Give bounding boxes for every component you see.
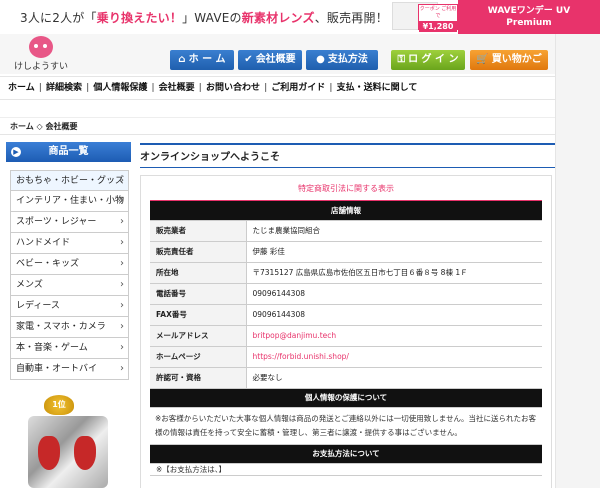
- cart-button[interactable]: 🛒 買い物かご: [470, 50, 548, 70]
- category-item[interactable]: ベビー・キッズ ›: [10, 254, 129, 275]
- table-row: 販売責任者 伊藤 彩佳: [150, 241, 542, 263]
- check-icon: ✔: [244, 54, 253, 65]
- privacy-text: ※お客様からいただいた大事な個人情報は商品の発送とご連絡以外には一切使用致しませ…: [150, 407, 542, 445]
- category-item[interactable]: スポーツ・レジャー ›: [10, 212, 129, 233]
- chevron-right-icon: ›: [120, 175, 124, 186]
- table-row: 販売業者 たじま農業協同組合: [150, 220, 542, 242]
- category-item[interactable]: レディース ›: [10, 296, 129, 317]
- login-button[interactable]: ⚿ ロ グ イ ン: [391, 50, 465, 70]
- category-item[interactable]: 本・音楽・ゲーム ›: [10, 338, 129, 359]
- nav-item-guide[interactable]: ご利用ガイド: [271, 83, 325, 93]
- privacy-header: 個人情報の保護について: [150, 388, 542, 408]
- homepage-link[interactable]: https://forbid.unishi.shop/: [246, 346, 542, 368]
- sidebar-title: ▶ 商品一覧: [6, 142, 131, 162]
- store-info-table: 店舗情報 販売業者 たじま農業協同組合 販売責任者 伊藤 彩佳 所在地 〒731512…: [150, 201, 542, 476]
- arrow-circle-icon: ▶: [11, 147, 21, 157]
- rank-badge: 1位: [44, 395, 74, 415]
- payment-text: ※【お支払方法は、】: [150, 463, 542, 476]
- global-nav: ホーム | 詳細検索 | 個人情報保護 | 会社概要 | お問い合わせ | ご利用ガイド | 支払・送料…: [0, 76, 555, 100]
- logo-text: けしようすい: [13, 62, 68, 72]
- nav-item-search[interactable]: 詳細検索: [46, 83, 82, 93]
- coin-icon: ●: [316, 54, 325, 65]
- nav-item-privacy[interactable]: 個人情報保護: [93, 83, 147, 93]
- right-gutter: [555, 34, 600, 488]
- chevron-right-icon: ›: [120, 195, 124, 206]
- cat-face-icon: [29, 36, 53, 58]
- table-row: 許認可・資格 必要なし: [150, 367, 542, 389]
- chevron-right-icon: ›: [120, 258, 124, 269]
- ranking-product-image[interactable]: [28, 416, 108, 488]
- cart-icon: 🛒: [476, 54, 489, 65]
- category-item[interactable]: おもちゃ・ホビー・グッズ ›: [10, 170, 129, 191]
- table-row: 電話番号 09096144308: [150, 283, 542, 305]
- legal-notice-caption: 特定商取引法に関する表示: [150, 176, 542, 201]
- house-icon: ⌂: [178, 54, 186, 65]
- key-icon: ⚿: [397, 54, 406, 65]
- store-info-header: 店舗情報: [150, 201, 542, 221]
- page-title: オンラインショップへようこそ: [140, 143, 555, 168]
- chevron-right-icon: ›: [120, 300, 124, 311]
- nav-item-shipping[interactable]: 支払・送料に関して: [337, 83, 418, 93]
- category-item[interactable]: メンズ ›: [10, 275, 129, 296]
- promo-banner[interactable]: 3人に2人が「乗り換えたい！」WAVEの新素材レンズ、販売再開！ クーポン ご利…: [0, 0, 600, 34]
- legal-notice-panel: 特定商取引法に関する表示 店舗情報 販売業者 たじま農業協同組合 販売責任者 伊藤 …: [140, 175, 552, 488]
- category-item[interactable]: 自動車・オートバイ ›: [10, 359, 129, 380]
- wave-product-label: WAVEワンデー UV Premium: [458, 0, 600, 34]
- category-item[interactable]: ハンドメイド ›: [10, 233, 129, 254]
- chevron-right-icon: ›: [120, 363, 124, 374]
- home-button[interactable]: ⌂ ホ ー ム: [170, 50, 234, 70]
- chevron-right-icon: ›: [120, 321, 124, 332]
- chevron-right-icon: ›: [120, 237, 124, 248]
- category-list: おもちゃ・ホビー・グッズ › インテリア・住まい・小物 › スポーツ・レジャー › ハ…: [10, 170, 129, 380]
- site-logo[interactable]: けしようすい: [12, 36, 70, 74]
- table-row: 所在地 〒7315127 広島県広島市佐伯区五日市七丁目６番８号 8棟 1Ｆ: [150, 262, 542, 284]
- company-button[interactable]: ✔ 会社概要: [238, 50, 302, 70]
- banner-text: 3人に2人が「乗り換えたい！」WAVEの新素材レンズ、販売再開！: [20, 11, 388, 25]
- table-row: FAX番号 09096144308: [150, 304, 542, 326]
- nav-item-company[interactable]: 会社概要: [159, 83, 195, 93]
- coupon-badge: クーポン ご利用で ¥1,280: [418, 4, 458, 32]
- table-row: メールアドレス britpop@danjimu.tech: [150, 325, 542, 347]
- nav-item-home[interactable]: ホーム: [8, 83, 35, 93]
- payment-button[interactable]: ● 支払方法: [306, 50, 378, 70]
- email-link[interactable]: britpop@danjimu.tech: [246, 325, 542, 347]
- chevron-right-icon: ›: [120, 279, 124, 290]
- category-item[interactable]: 家電・スマホ・カメラ ›: [10, 317, 129, 338]
- table-row: ホームページ https://forbid.unishi.shop/: [150, 346, 542, 368]
- nav-item-contact[interactable]: お問い合わせ: [206, 83, 260, 93]
- chevron-right-icon: ›: [120, 216, 124, 227]
- payment-header: お支払方法について: [150, 444, 542, 464]
- category-item[interactable]: インテリア・住まい・小物 ›: [10, 191, 129, 212]
- chevron-right-icon: ›: [120, 342, 124, 353]
- breadcrumb: ホーム ◇ 会社概要: [0, 117, 555, 135]
